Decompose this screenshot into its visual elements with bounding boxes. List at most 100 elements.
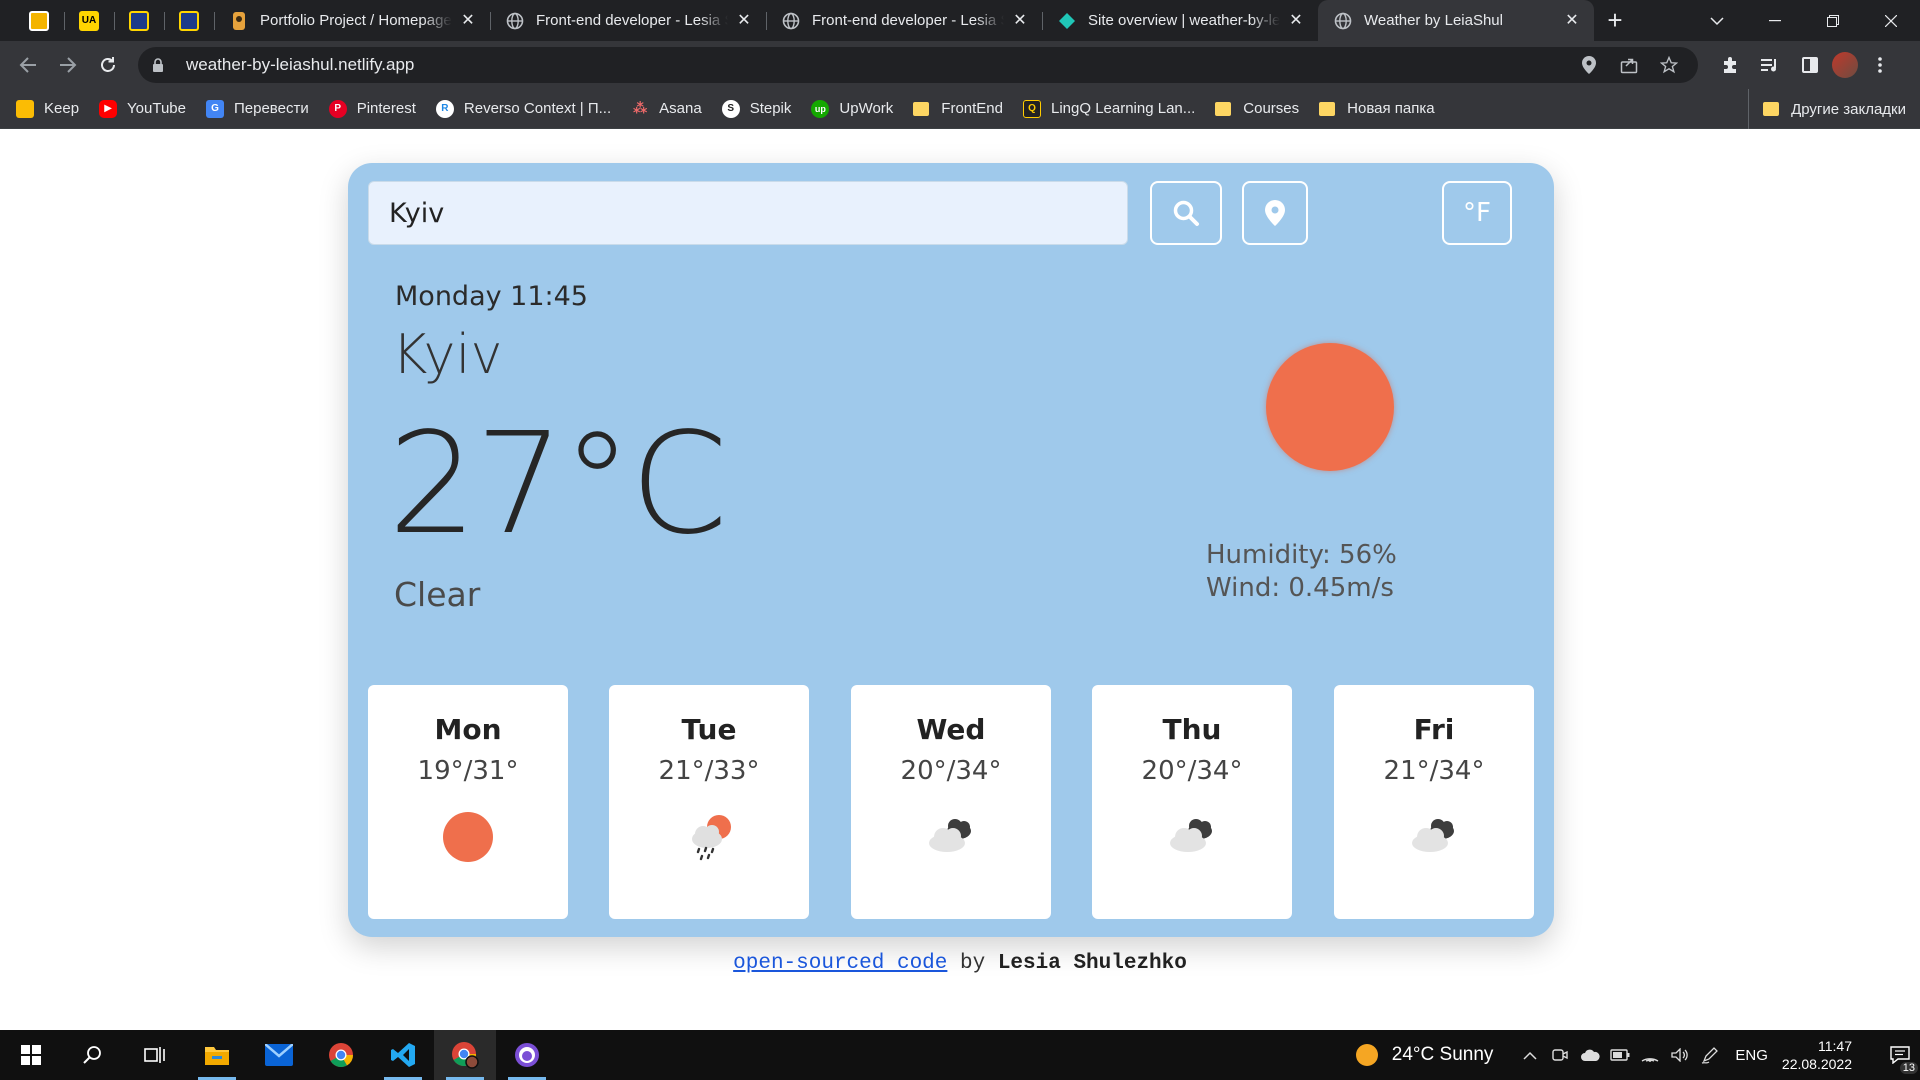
chrome-app[interactable] (310, 1030, 372, 1080)
location-icon[interactable] (1574, 50, 1604, 80)
bookmark-translate[interactable]: G Перевести (206, 99, 309, 118)
forecast-temp-range: 21°/33° (658, 756, 760, 786)
fahrenheit-toggle-button[interactable]: °F (1442, 181, 1512, 245)
bookmark-lingq[interactable]: Q LingQ Learning Lan... (1023, 99, 1196, 118)
forecast-day: Fri 21°/34° (1334, 685, 1534, 919)
weather-widget[interactable]: 24°C Sunny (1355, 1044, 1493, 1066)
forecast-temp-range: 20°/34° (900, 756, 1002, 786)
clock[interactable]: 11:47 22.08.2022 (1782, 1037, 1852, 1073)
bookmark-label: LingQ Learning Lan... (1051, 100, 1196, 117)
share-icon[interactable] (1614, 50, 1644, 80)
bookmark-reverso[interactable]: R Reverso Context | П... (435, 99, 612, 118)
new-tab-button[interactable]: + (1594, 0, 1636, 41)
media-control-icon[interactable] (1752, 47, 1788, 83)
tab-frontend-1[interactable]: Front-end developer - Lesia Shulezhko ✕ (490, 0, 766, 41)
other-bookmarks[interactable]: Другие закладки (1748, 89, 1906, 129)
profile-avatar[interactable] (1832, 52, 1858, 78)
source-code-link[interactable]: open-sourced code (733, 952, 947, 975)
tab-netlify[interactable]: Site overview | weather-by-leiashul ✕ (1042, 0, 1318, 41)
windows-taskbar: 24°C Sunny ENG 11:47 22.08.2022 13 (0, 1030, 1920, 1080)
figma-icon (230, 11, 248, 30)
current-datetime: Monday 11:45 (395, 281, 588, 312)
address-bar[interactable]: weather-by-leiashul.netlify.app (138, 47, 1698, 83)
bookmark-upwork[interactable]: up UpWork (811, 99, 893, 118)
bookmark-folder-courses[interactable]: Courses (1215, 100, 1299, 117)
battery-icon[interactable] (1605, 1040, 1635, 1070)
ua-icon: UA (79, 10, 99, 31)
wifi-icon[interactable] (1635, 1040, 1665, 1070)
notification-center-button[interactable]: 13 (1880, 1046, 1920, 1074)
bookmark-youtube[interactable]: ▶ YouTube (99, 99, 186, 118)
forecast-temp-range: 19°/31° (417, 756, 519, 786)
bookmark-folder-frontend[interactable]: FrontEnd (913, 100, 1003, 117)
close-tab-icon[interactable]: ✕ (1286, 11, 1306, 31)
forward-button[interactable] (50, 47, 86, 83)
tab-title: Front-end developer - Lesia Shulezhko (812, 12, 1004, 29)
bookmark-star-icon[interactable] (1654, 50, 1684, 80)
sun-icon (443, 812, 493, 862)
close-window-button[interactable] (1862, 0, 1920, 41)
mail-icon (265, 1044, 293, 1066)
city-search-input[interactable]: Kyiv (368, 181, 1128, 245)
side-panel-icon[interactable] (1792, 47, 1828, 83)
bookmark-stepik[interactable]: S Stepik (721, 99, 791, 118)
pinned-tab-3[interactable] (114, 0, 164, 41)
pinned-tab-1[interactable] (14, 0, 64, 41)
globe-icon (782, 12, 800, 30)
onedrive-icon[interactable] (1575, 1040, 1605, 1070)
back-button[interactable] (10, 47, 46, 83)
bookmark-label: Новая папка (1347, 100, 1435, 117)
close-tab-icon[interactable]: ✕ (458, 11, 478, 31)
current-location-button[interactable] (1242, 181, 1308, 245)
start-button[interactable] (0, 1030, 62, 1080)
bookmark-folder-new[interactable]: Новая папка (1319, 100, 1435, 117)
lock-icon[interactable] (152, 58, 174, 72)
bookmark-label: Courses (1243, 100, 1300, 117)
translate-icon: G (206, 99, 224, 118)
mail-app[interactable] (248, 1030, 310, 1080)
tab-frontend-2[interactable]: Front-end developer - Lesia Shulezhko ✕ (766, 0, 1042, 41)
extensions-icon[interactable] (1712, 47, 1748, 83)
system-tray: 24°C Sunny ENG 11:47 22.08.2022 13 (1355, 1030, 1920, 1080)
bookmark-asana[interactable]: ⁂ Asana (631, 100, 702, 118)
restore-button[interactable] (1804, 0, 1862, 41)
footer-author: Lesia Shulezhko (997, 952, 1187, 975)
city-name: Kyiv (392, 323, 503, 386)
vscode-app[interactable] (372, 1030, 434, 1080)
search-icon (1173, 200, 1199, 226)
bookmark-keep[interactable]: Keep (16, 99, 79, 118)
keep-icon (16, 99, 34, 118)
chevron-up-icon[interactable] (1515, 1040, 1545, 1070)
meet-now-icon[interactable] (1545, 1040, 1575, 1070)
asana-icon: ⁂ (632, 100, 648, 116)
chrome-icon (329, 1043, 353, 1068)
input-language[interactable]: ENG (1735, 1047, 1768, 1064)
window-controls (1688, 0, 1920, 41)
task-view-button[interactable] (124, 1030, 186, 1080)
tab-portfolio[interactable]: Portfolio Project / Homepage ✕ (214, 0, 490, 41)
bookmark-label: Reverso Context | П... (463, 100, 612, 117)
minimize-button[interactable] (1746, 0, 1804, 41)
tab-weather[interactable]: Weather by LeiaShul ✕ (1318, 0, 1594, 41)
volume-icon[interactable] (1665, 1040, 1695, 1070)
tab-title: Site overview | weather-by-leiashul (1088, 12, 1280, 29)
netlify-icon (1058, 12, 1076, 30)
tab-search-icon[interactable] (1688, 0, 1746, 41)
pen-icon[interactable] (1695, 1040, 1725, 1070)
tab-title: Portfolio Project / Homepage (260, 12, 452, 29)
close-tab-icon[interactable]: ✕ (1010, 11, 1030, 31)
pinned-tab-4[interactable] (164, 0, 214, 41)
bookmark-pinterest[interactable]: P Pinterest (328, 99, 416, 118)
close-tab-icon[interactable]: ✕ (1562, 11, 1582, 31)
chrome-app-active[interactable] (434, 1030, 496, 1080)
sun-icon (1355, 1044, 1378, 1066)
pinned-tab-2[interactable]: UA (64, 0, 114, 41)
file-explorer-app[interactable] (186, 1030, 248, 1080)
reload-button[interactable] (90, 47, 126, 83)
github-desktop-app[interactable] (496, 1030, 558, 1080)
reverso-icon: R (435, 99, 454, 118)
search-button[interactable] (62, 1030, 124, 1080)
menu-kebab-icon[interactable] (1862, 47, 1898, 83)
search-button[interactable] (1150, 181, 1222, 245)
close-tab-icon[interactable]: ✕ (734, 11, 754, 31)
